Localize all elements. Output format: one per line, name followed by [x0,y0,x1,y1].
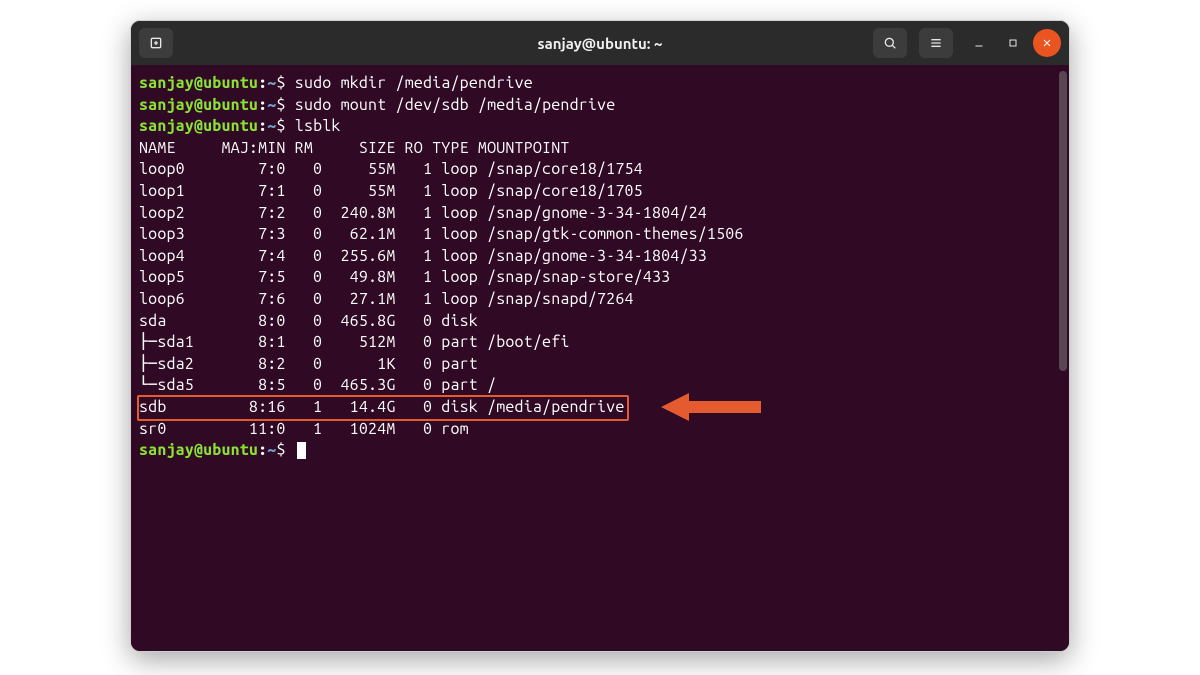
terminal-output: sanjay@ubuntu:~$ sudo mkdir /media/pendr… [139,73,1065,462]
highlight-box [137,395,629,421]
titlebar: sanjay@ubuntu: ~ [131,21,1069,65]
arrow-left-icon [661,391,761,430]
terminal-body[interactable]: sanjay@ubuntu:~$ sudo mkdir /media/pendr… [131,65,1069,651]
maximize-button[interactable] [999,29,1027,57]
search-button[interactable] [873,28,907,58]
close-button[interactable] [1033,29,1061,57]
terminal-window: sanjay@ubuntu: ~ [130,20,1070,652]
new-tab-button[interactable] [139,28,173,58]
hamburger-menu-button[interactable] [919,28,953,58]
cursor [297,442,306,459]
minimize-button[interactable] [965,29,993,57]
